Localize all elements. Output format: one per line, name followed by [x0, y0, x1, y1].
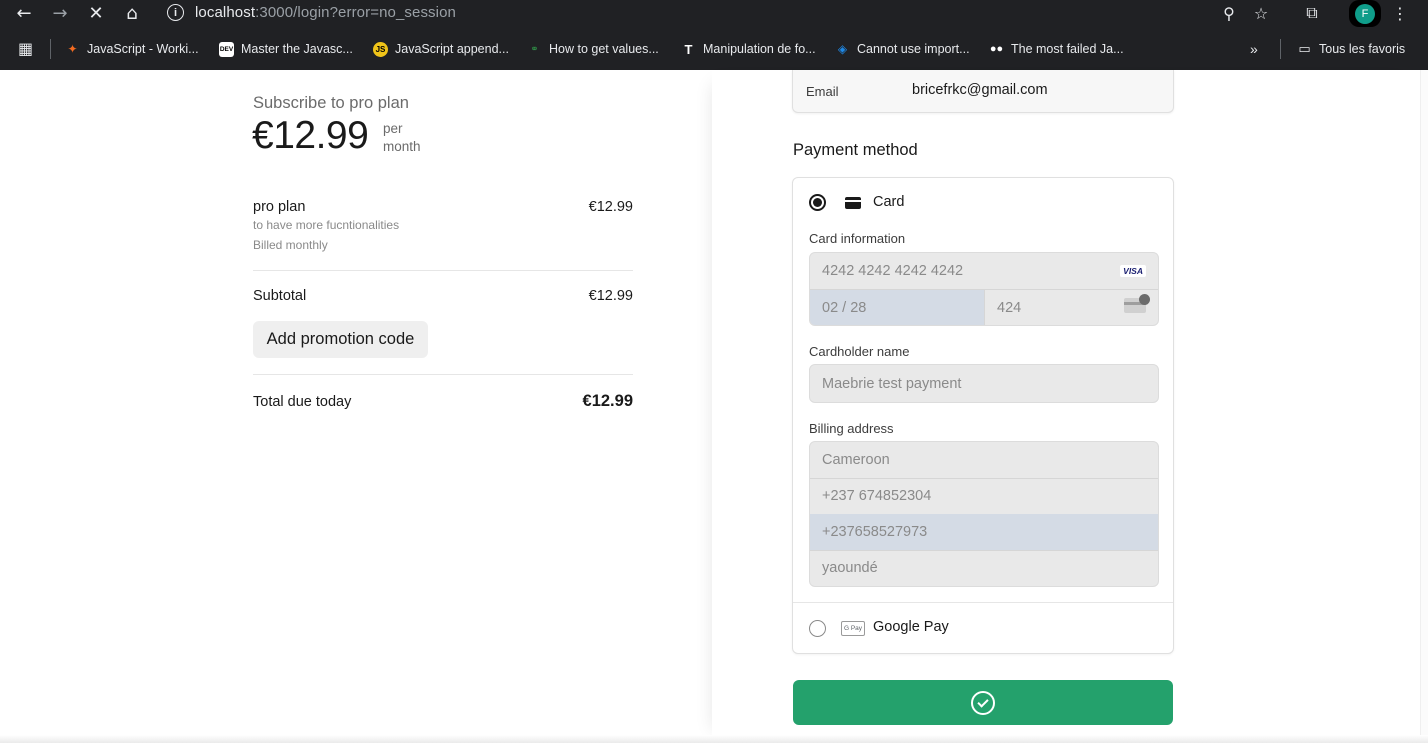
total-label: Total due today — [253, 394, 352, 410]
all-bookmarks[interactable]: ▭ Tous les favoris — [1297, 36, 1405, 62]
subtotal-label: Subtotal — [253, 288, 307, 304]
divider — [253, 374, 633, 375]
bookmarks-separator — [50, 39, 51, 59]
card-radio[interactable] — [809, 194, 826, 211]
address-bar[interactable]: i localhost:3000/login?error=no_session — [160, 0, 1280, 25]
bookmark-label: Cannot use import... — [857, 42, 970, 56]
payment-method-title: Payment method — [793, 141, 918, 159]
back-icon[interactable]: ← — [12, 2, 36, 24]
google-pay-icon: G Pay — [841, 621, 865, 636]
more-bookmarks-icon[interactable]: » — [1250, 36, 1258, 62]
url-host: localhost — [195, 4, 256, 21]
card-information-group: 4242 4242 4242 4242 VISA 02 / 28 424 — [809, 252, 1159, 326]
bookmark-label: How to get values... — [549, 42, 659, 56]
expiry-input[interactable]: 02 / 28 — [810, 290, 984, 325]
cardholder-name-label: Cardholder name — [809, 344, 910, 359]
subtotal-value: €12.99 — [588, 288, 633, 304]
line-item-description: to have more fucntionalities — [253, 218, 400, 232]
credit-card-icon — [845, 197, 861, 209]
medium-icon: ●● — [989, 43, 1004, 55]
billing-address-line2-input[interactable]: +237658527973 — [810, 514, 1158, 550]
cardholder-name-input[interactable]: Maebrie test payment — [810, 366, 1158, 402]
total-value: €12.99 — [582, 392, 633, 410]
browser-chrome: ← → ✕ ⌂ i localhost:3000/login?error=no_… — [0, 0, 1428, 70]
bookmark-label: Manipulation de fo... — [703, 42, 816, 56]
profile-avatar[interactable]: F — [1349, 0, 1381, 27]
cvc-icon — [1124, 294, 1150, 313]
payment-method-box: Card Card information 4242 4242 4242 424… — [792, 177, 1174, 654]
price-period: per month — [383, 120, 421, 156]
extensions-icon[interactable]: ⧉ — [1300, 2, 1324, 24]
line-item-price: €12.99 — [588, 199, 633, 215]
card-number-input[interactable]: 4242 4242 4242 4242 — [810, 253, 1158, 289]
apps-grid-icon[interactable]: ▦ — [18, 36, 33, 62]
email-label: Email — [806, 84, 839, 99]
email-value: bricefrkc@gmail.com — [912, 82, 1048, 98]
add-promotion-code-button[interactable]: Add promotion code — [253, 321, 428, 358]
billing-country-select[interactable]: Cameroon — [810, 442, 1158, 478]
forward-icon[interactable]: → — [48, 2, 72, 24]
subscribe-title: Subscribe to pro plan — [253, 94, 409, 112]
stack-icon: ◈ — [837, 42, 848, 56]
card-option-label[interactable]: Card — [873, 194, 904, 210]
bookmarks-bar: ▦ ✦ JavaScript - Worki... DEV Master the J… — [0, 36, 1428, 62]
billing-address-line1-input[interactable]: +237 674852304 — [810, 478, 1158, 514]
fire-icon: ✦ — [67, 42, 78, 56]
visa-icon: VISA — [1120, 265, 1146, 277]
bookmark-4[interactable]: ⚭ How to get values... — [527, 36, 659, 62]
per-text: per — [383, 121, 403, 136]
bookmark-1[interactable]: ✦ JavaScript - Worki... — [65, 36, 199, 62]
google-pay-radio[interactable] — [809, 620, 826, 637]
bottom-shadow — [0, 735, 1428, 743]
site-info-icon[interactable]: i — [167, 4, 184, 21]
bookmark-label: JavaScript append... — [395, 42, 509, 56]
url-text[interactable]: localhost:3000/login?error=no_session — [195, 4, 456, 21]
url-path: :3000/login?error=no_session — [255, 4, 456, 21]
dev-icon: DEV — [219, 41, 234, 57]
stop-loading-icon[interactable]: ✕ — [84, 2, 108, 24]
bookmark-label: Master the Javasc... — [241, 42, 353, 56]
bookmark-6[interactable]: ◈ Cannot use import... — [835, 36, 970, 62]
home-icon[interactable]: ⌂ — [120, 2, 144, 24]
bookmark-7[interactable]: ●● The most failed Ja... — [989, 36, 1124, 62]
cardholder-name-group: Maebrie test payment — [809, 364, 1159, 403]
line-item-billing: Billed monthly — [253, 238, 328, 252]
browser-toolbar: ← → ✕ ⌂ i localhost:3000/login?error=no_… — [0, 0, 1428, 27]
all-bookmarks-label: Tous les favoris — [1319, 42, 1406, 56]
window-edge — [1420, 70, 1428, 743]
geeks-icon: ⚭ — [530, 43, 539, 55]
line-item-name: pro plan — [253, 199, 306, 215]
billing-city-input[interactable]: yaoundé — [810, 550, 1158, 586]
menu-kebab-icon[interactable]: ⋮ — [1392, 2, 1408, 24]
bookmark-label: The most failed Ja... — [1011, 42, 1124, 56]
pay-button[interactable] — [793, 680, 1173, 725]
divider — [793, 602, 1173, 603]
cvc-icon-wrap — [985, 290, 1158, 325]
email-field[interactable]: Email bricefrkc@gmail.com — [792, 70, 1174, 113]
google-pay-label[interactable]: Google Pay — [873, 619, 949, 635]
bookmarks-separator — [1280, 39, 1281, 59]
divider — [253, 270, 633, 271]
t-icon: T — [684, 41, 693, 57]
zoom-icon[interactable]: ⚲ — [1218, 2, 1240, 24]
avatar-letter: F — [1355, 3, 1375, 24]
checkmark-icon — [971, 690, 995, 715]
bookmark-label: JavaScript - Worki... — [87, 42, 199, 56]
bookmark-2[interactable]: DEV Master the Javasc... — [219, 36, 353, 62]
billing-address-group: Cameroon +237 674852304 +237658527973 ya… — [809, 441, 1159, 587]
card-information-label: Card information — [809, 231, 906, 246]
js-icon: JS — [373, 41, 388, 57]
folder-icon: ▭ — [1298, 41, 1311, 56]
billing-address-label: Billing address — [809, 421, 894, 436]
bookmark-star-icon[interactable]: ☆ — [1250, 2, 1272, 24]
period-text: month — [383, 139, 421, 154]
bookmark-5[interactable]: T Manipulation de fo... — [681, 36, 816, 62]
bookmark-3[interactable]: JS JavaScript append... — [373, 36, 509, 62]
price-amount: €12.99 — [252, 114, 369, 157]
